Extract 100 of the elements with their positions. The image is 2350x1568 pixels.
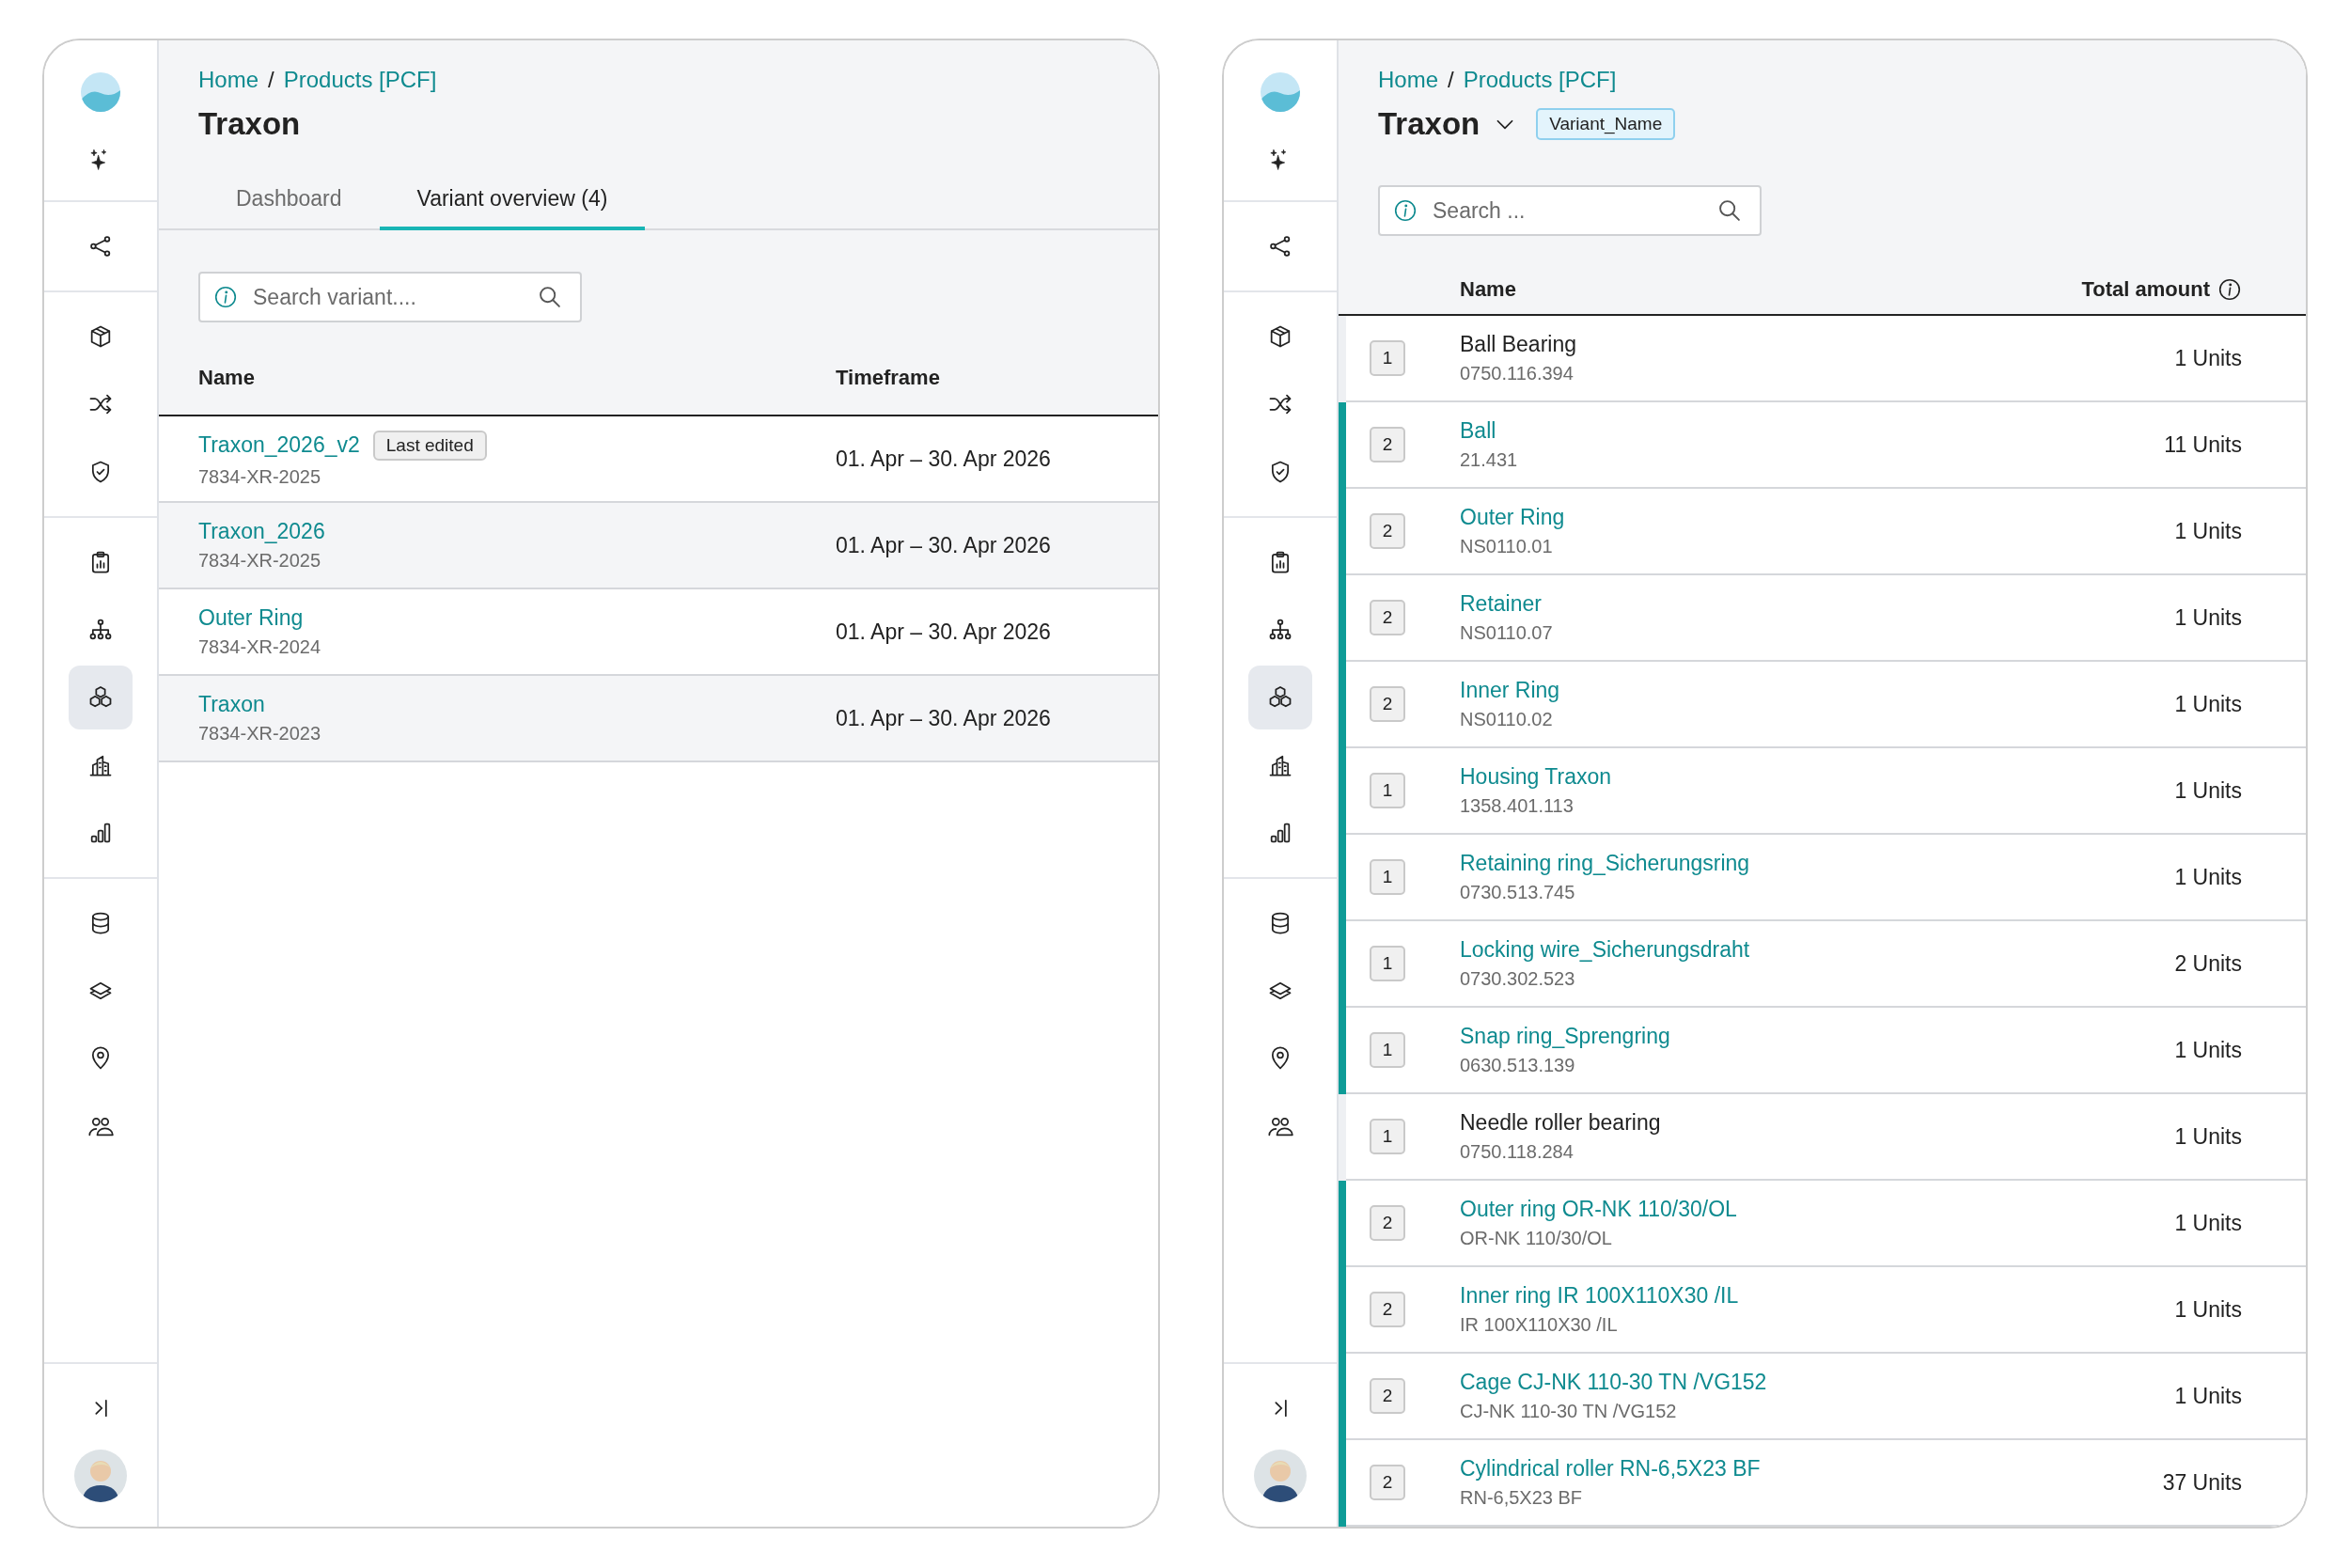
- table-row[interactable]: 2 Outer Ring NS0110.01 1 Units: [1339, 489, 2306, 575]
- component-code: 1358.401.113: [1460, 795, 1574, 817]
- sidebar-item[interactable]: [1248, 666, 1312, 729]
- timeframe: 01. Apr – 30. Apr 2026: [836, 705, 1052, 731]
- level-badge: 1: [1370, 340, 1405, 376]
- timeframe: 01. Apr – 30. Apr 2026: [836, 619, 1052, 645]
- table-row[interactable]: 2 Ball 21.431 11 Units: [1339, 402, 2306, 489]
- table-row[interactable]: 2 Cage CJ-NK 110-30 TN /VG152 CJ-NK 110-30 TN /VG152 1 Units: [1339, 1354, 2306, 1440]
- table-row[interactable]: 2 Inner Ring NS0110.02 1 Units: [1339, 662, 2306, 748]
- amount: 1 Units: [2174, 777, 2242, 804]
- table-row[interactable]: 1 Snap ring_Sprengring 0630.513.139 1 Units: [1339, 1008, 2306, 1094]
- amount: 37 Units: [2162, 1469, 2242, 1496]
- table-row[interactable]: Traxon 7834-XR-2023 01. Apr – 30. Apr 2026: [159, 676, 1158, 762]
- component-code: 0730.513.745: [1460, 882, 1576, 903]
- table-row[interactable]: 2 Retainer NS0110.07 1 Units: [1339, 575, 2306, 662]
- variant-chip: Variant_Name: [1536, 108, 1676, 140]
- component-code: 0750.118.284: [1460, 1141, 1574, 1163]
- amount: 2 Units: [2174, 950, 2242, 977]
- column-header: Timeframe: [836, 366, 941, 390]
- avatar[interactable]: [74, 1450, 127, 1502]
- table-row[interactable]: 1 Locking wire_Sicherungsdraht 0730.302.523 2 Units: [1339, 921, 2306, 1008]
- table-row[interactable]: 2 Outer ring OR-NK 110/30/OL OR-NK 110/30/OL 1 Units: [1339, 1181, 2306, 1267]
- level-badge: 2: [1370, 1465, 1405, 1500]
- variant-code: 7834-XR-2025: [198, 465, 322, 488]
- variant-link[interactable]: Traxon_2026_v2: [198, 432, 360, 458]
- component-name[interactable]: Cylindrical roller RN-6,5X23 BF: [1460, 1456, 2163, 1482]
- table-row[interactable]: 2 Inner ring IR 100X110X30 /IL IR 100X110X30 /IL 1 Units: [1339, 1267, 2306, 1354]
- component-name[interactable]: Outer ring OR-NK 110/30/OL: [1460, 1197, 2175, 1222]
- timeframe: 01. Apr – 30. Apr 2026: [836, 446, 1052, 472]
- avatar[interactable]: [1254, 1450, 1307, 1502]
- variant-link[interactable]: Outer Ring: [198, 605, 304, 631]
- amount: 1 Units: [2174, 1383, 2242, 1409]
- search-input[interactable]: Search ...: [1431, 196, 1703, 225]
- breadcrumb-link[interactable]: Products [PCF]: [283, 67, 437, 93]
- amount: 1 Units: [2174, 864, 2242, 890]
- tab[interactable]: Dashboard: [198, 186, 380, 230]
- component-code: RN-6,5X23 BF: [1460, 1487, 1584, 1509]
- component-name: Needle roller bearing: [1460, 1110, 1662, 1136]
- component-code: NS0110.02: [1460, 709, 1554, 730]
- level-badge: 1: [1370, 773, 1405, 808]
- search-icon: [537, 284, 563, 310]
- component-code: 0730.302.523: [1460, 968, 1576, 990]
- logo: [81, 72, 120, 112]
- search-field[interactable]: Search ...: [1378, 185, 1762, 236]
- breadcrumb-link[interactable]: Products [PCF]: [1463, 67, 1617, 93]
- logo: [1261, 72, 1300, 112]
- table-row[interactable]: Traxon_2026 7834-XR-2025 01. Apr – 30. Apr 2026: [159, 503, 1158, 589]
- level-badge: 2: [1370, 686, 1405, 722]
- component-code: 0750.116.394: [1460, 363, 1574, 384]
- breadcrumb-link[interactable]: Home: [1378, 67, 1439, 93]
- amount: 1 Units: [2174, 1210, 2242, 1236]
- component-code: 0630.513.139: [1460, 1055, 1576, 1076]
- table-row[interactable]: 2 Cylindrical roller RN-6,5X23 BF RN-6,5X23 BF 37 Units: [1339, 1440, 2306, 1527]
- timeframe: 01. Apr – 30. Apr 2026: [836, 532, 1052, 558]
- amount: 1 Units: [2174, 1296, 2242, 1323]
- table-row[interactable]: 1 Ball Bearing 0750.116.394 1 Units: [1339, 316, 2306, 402]
- breadcrumb-separator: /: [268, 67, 274, 93]
- level-badge: 1: [1370, 1032, 1405, 1068]
- breadcrumb-separator: /: [1448, 67, 1454, 93]
- level-badge: 2: [1370, 513, 1405, 549]
- component-name[interactable]: Retaining ring_Sicherungsring: [1460, 851, 2175, 876]
- last-edited-badge: Last edited: [372, 430, 487, 461]
- level-badge: 2: [1370, 600, 1405, 635]
- level-badge: 2: [1370, 1292, 1405, 1327]
- level-badge: 1: [1370, 946, 1405, 981]
- variant-code: 7834-XR-2023: [198, 723, 322, 745]
- component-code: NS0110.07: [1460, 622, 1554, 644]
- component-name[interactable]: Outer Ring: [1460, 505, 2175, 530]
- level-badge: 1: [1370, 859, 1405, 895]
- page-title: Traxon: [1378, 106, 1480, 142]
- info-icon: [2217, 276, 2242, 302]
- component-name[interactable]: Inner Ring: [1460, 678, 2175, 703]
- component-code: NS0110.01: [1460, 536, 1554, 557]
- level-badge: 2: [1370, 1378, 1405, 1414]
- column-header: Name: [1460, 276, 1517, 302]
- table-row[interactable]: 1 Needle roller bearing 0750.118.284 1 Units: [1339, 1094, 2306, 1181]
- breadcrumb-link[interactable]: Home: [198, 67, 259, 93]
- variant-link[interactable]: Traxon: [198, 692, 265, 717]
- search-field[interactable]: Search variant....: [198, 272, 582, 322]
- amount: 1 Units: [2174, 691, 2242, 717]
- level-badge: 2: [1370, 427, 1405, 463]
- component-name[interactable]: Cage CJ-NK 110-30 TN /VG152: [1460, 1370, 2175, 1395]
- column-header: Name: [198, 366, 256, 390]
- component-code: CJ-NK 110-30 TN /VG152: [1460, 1401, 1678, 1422]
- variant-code: 7834-XR-2024: [198, 636, 322, 658]
- table-row[interactable]: 1 Retaining ring_Sicherungsring 0730.513.745 1 Units: [1339, 835, 2306, 921]
- component-code: 21.431: [1460, 449, 1519, 471]
- level-badge: 1: [1370, 1119, 1405, 1154]
- component-name[interactable]: Snap ring_Sprengring: [1460, 1024, 2175, 1049]
- component-name[interactable]: Locking wire_Sicherungsdraht: [1460, 937, 2175, 963]
- component-code: IR 100X110X30 /IL: [1460, 1314, 1619, 1336]
- component-name[interactable]: Ball: [1460, 418, 2165, 444]
- variant-link[interactable]: Traxon_2026: [198, 519, 325, 544]
- search-input[interactable]: Search variant....: [251, 283, 524, 311]
- component-name[interactable]: Inner ring IR 100X110X30 /IL: [1460, 1283, 2175, 1309]
- table-row[interactable]: 1 Housing Traxon 1358.401.113 1 Units: [1339, 748, 2306, 835]
- component-name[interactable]: Housing Traxon: [1460, 764, 2175, 790]
- amount: 1 Units: [2174, 604, 2242, 631]
- sidebar-item[interactable]: [69, 666, 133, 729]
- component-name[interactable]: Retainer: [1460, 591, 2175, 617]
